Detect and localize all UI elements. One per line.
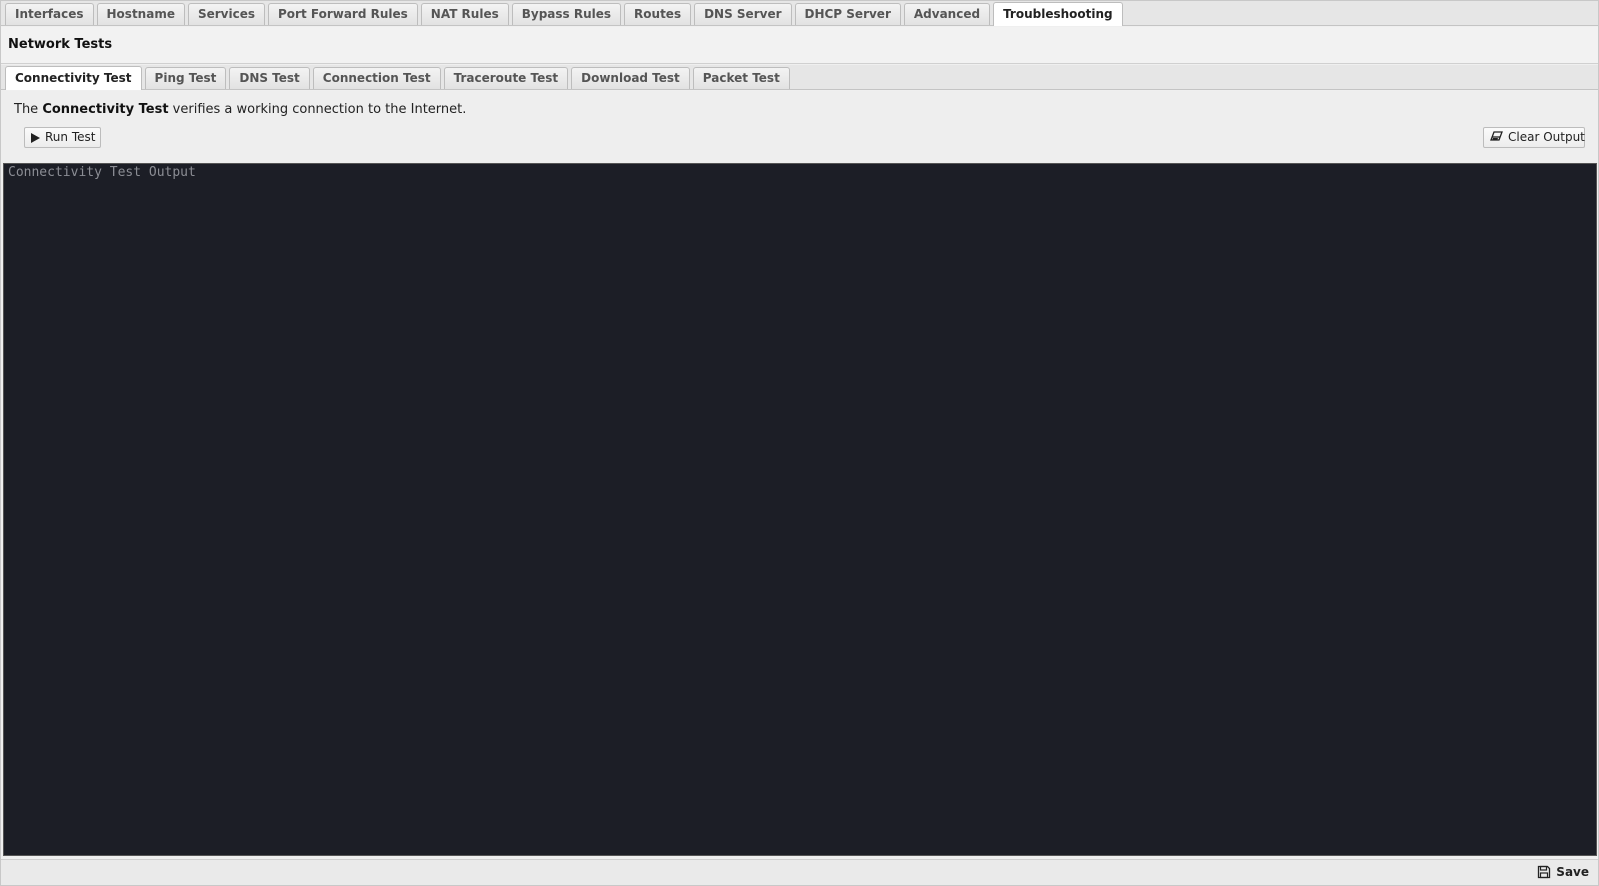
description-suffix: verifies a working connection to the Int… [168,102,467,117]
output-terminal[interactable]: Connectivity Test Output [3,163,1597,856]
top-tab-bar: Interfaces Hostname Services Port Forwar… [1,1,1598,26]
description-prefix: The [14,102,43,117]
footer-bar: Save [1,859,1598,885]
section-header: Network Tests [1,27,1598,64]
terminal-placeholder: Connectivity Test Output [8,165,196,180]
tab-nat-rules[interactable]: NAT Rules [420,3,509,25]
run-test-label: Run Test [45,130,96,144]
floppy-disk-icon [1538,865,1551,879]
tab-traceroute-test[interactable]: Traceroute Test [443,67,569,89]
tab-interfaces[interactable]: Interfaces [5,3,94,25]
run-test-button[interactable]: Run Test [24,127,101,148]
tab-bypass-rules[interactable]: Bypass Rules [511,3,622,25]
tab-hostname[interactable]: Hostname [96,3,185,25]
page-title: Network Tests [8,37,113,52]
sub-tab-bar: Connectivity Test Ping Test DNS Test Con… [1,65,1598,90]
eraser-icon [1490,128,1503,147]
play-icon [31,132,40,143]
tab-connection-test[interactable]: Connection Test [312,67,441,89]
clear-output-label: Clear Output [1508,130,1585,144]
tab-packet-test[interactable]: Packet Test [692,67,790,89]
tab-advanced[interactable]: Advanced [903,3,991,25]
tab-connectivity-test[interactable]: Connectivity Test [5,66,142,90]
tab-ping-test[interactable]: Ping Test [144,67,227,89]
test-description: The Connectivity Test verifies a working… [14,102,466,117]
tab-dns-server[interactable]: DNS Server [694,3,792,25]
tab-services[interactable]: Services [187,3,265,25]
app-frame: Interfaces Hostname Services Port Forwar… [0,0,1599,886]
tab-routes[interactable]: Routes [624,3,692,25]
tab-troubleshooting[interactable]: Troubleshooting [993,2,1123,26]
tab-download-test[interactable]: Download Test [571,67,690,89]
save-label: Save [1556,865,1589,879]
tab-port-forward-rules[interactable]: Port Forward Rules [268,3,418,25]
save-button[interactable]: Save [1537,865,1589,879]
tab-dns-test[interactable]: DNS Test [229,67,310,89]
tab-dhcp-server[interactable]: DHCP Server [794,3,901,25]
description-test-name: Connectivity Test [42,102,169,117]
test-panel: The Connectivity Test verifies a working… [1,91,1598,163]
clear-output-button[interactable]: Clear Output [1483,127,1585,148]
